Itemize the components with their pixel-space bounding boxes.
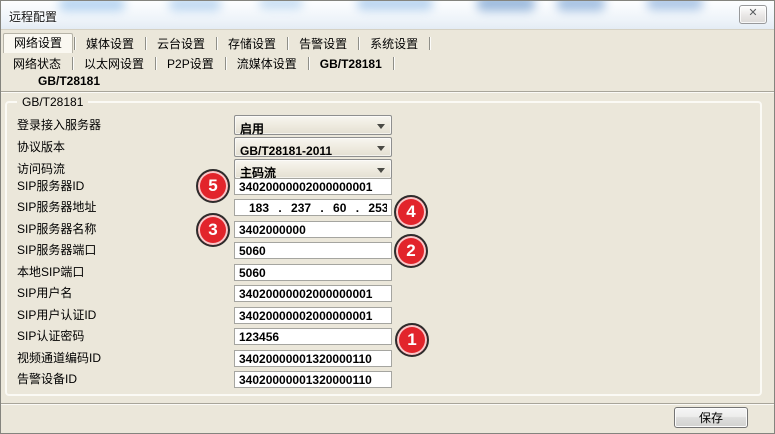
form-row: SIP服务器地址 <box>17 199 752 216</box>
remote-config-dialog: 远程配置 ✕ 网络设置 媒体设置 云台设置 存储设置 告警设置 系统设置 网络状… <box>0 0 775 434</box>
tab-storage-settings[interactable]: 存储设置 <box>218 35 286 53</box>
access-stream-select[interactable]: 主码流 <box>234 159 392 179</box>
form-row: SIP服务器名称 <box>17 221 752 238</box>
tab-separator <box>225 57 226 70</box>
step-badge-4: 4 <box>394 195 428 229</box>
sip-auth-password-input[interactable] <box>234 328 392 345</box>
local-sip-port-input[interactable] <box>234 264 392 281</box>
selected-value: 启用 <box>240 122 264 136</box>
tab-separator <box>429 37 430 50</box>
sip-username-input[interactable] <box>234 285 392 302</box>
tab-ethernet-settings[interactable]: 以太网设置 <box>74 55 154 73</box>
glass-reflection <box>477 1 535 11</box>
network-sub-tab-strip: 网络状态 以太网设置 P2P设置 流媒体设置 GB/T28181 <box>3 54 772 73</box>
field-label: SIP用户名 <box>17 285 72 302</box>
field-label: SIP服务器地址 <box>17 199 96 216</box>
form-row: 本地SIP端口 <box>17 264 752 281</box>
tab-separator <box>72 57 73 70</box>
subpage-title: GB/T28181 <box>38 74 100 88</box>
form-row: 登录接入服务器 启用 <box>17 115 752 135</box>
step-badge-5: 5 <box>196 169 230 203</box>
selected-value: GB/T28181-2011 <box>240 144 332 158</box>
form-row: SIP服务器端口 <box>17 242 752 259</box>
form-row: SIP用户名 <box>17 285 752 302</box>
sip-server-id-input[interactable] <box>234 178 392 195</box>
form-row: SIP用户认证ID <box>17 307 752 324</box>
field-label: SIP服务器端口 <box>17 242 96 259</box>
close-icon: ✕ <box>748 7 757 19</box>
alarm-device-id-input[interactable] <box>234 371 392 388</box>
sip-server-name-input[interactable] <box>234 221 392 238</box>
form-row: 视频通道编码ID <box>17 350 752 367</box>
glass-reflection <box>59 1 125 11</box>
field-label: 告警设备ID <box>17 371 77 388</box>
tab-separator <box>287 37 288 50</box>
tab-gbt28181[interactable]: GB/T28181 <box>310 55 392 73</box>
field-label: SIP用户认证ID <box>17 307 96 324</box>
sip-user-auth-id-input[interactable] <box>234 307 392 324</box>
tab-p2p-settings[interactable]: P2P设置 <box>157 55 224 73</box>
glass-reflection <box>557 1 605 11</box>
tab-network-status[interactable]: 网络状态 <box>3 55 71 73</box>
title-bar: 远程配置 ✕ <box>1 1 774 30</box>
tab-media-settings[interactable]: 媒体设置 <box>76 35 144 53</box>
field-label: 视频通道编码ID <box>17 350 101 367</box>
field-label: SIP服务器名称 <box>17 221 96 238</box>
form-row: SIP认证密码 <box>17 328 752 345</box>
tab-separator <box>358 37 359 50</box>
form-row: 访问码流 主码流 <box>17 159 752 179</box>
divider <box>1 91 774 92</box>
groupbox-caption: GB/T28181 <box>17 95 88 109</box>
field-label: 协议版本 <box>17 137 65 157</box>
field-label: SIP服务器ID <box>17 178 84 195</box>
tab-network-settings[interactable]: 网络设置 <box>3 33 73 53</box>
form-row: 告警设备ID <box>17 371 752 388</box>
video-channel-id-input[interactable] <box>234 350 392 367</box>
sip-server-address-input[interactable] <box>234 199 392 216</box>
field-label: SIP认证密码 <box>17 328 84 345</box>
tab-separator <box>308 57 309 70</box>
login-access-server-select[interactable]: 启用 <box>234 115 392 135</box>
save-button-label: 保存 <box>699 409 723 426</box>
tab-separator <box>216 37 217 50</box>
glass-reflection <box>259 1 303 9</box>
tab-stream-media-settings[interactable]: 流媒体设置 <box>227 55 307 73</box>
tab-separator <box>155 57 156 70</box>
field-label: 登录接入服务器 <box>17 115 101 135</box>
window-title: 远程配置 <box>9 8 57 25</box>
field-label: 本地SIP端口 <box>17 264 84 281</box>
tab-alarm-settings[interactable]: 告警设置 <box>289 35 357 53</box>
step-badge-2: 2 <box>394 234 428 268</box>
tab-separator <box>393 57 394 70</box>
glass-reflection <box>169 1 221 11</box>
form-row: SIP服务器ID <box>17 178 752 195</box>
step-badge-3: 3 <box>196 213 230 247</box>
chevron-down-icon <box>377 124 385 129</box>
tab-ptz-settings[interactable]: 云台设置 <box>147 35 215 53</box>
glass-reflection <box>357 1 433 10</box>
step-badge-1: 1 <box>395 323 429 357</box>
chevron-down-icon <box>377 168 385 173</box>
form-row: 协议版本 GB/T28181-2011 <box>17 137 752 157</box>
protocol-version-select[interactable]: GB/T28181-2011 <box>234 137 392 157</box>
close-button[interactable]: ✕ <box>739 5 767 24</box>
glass-reflection <box>647 1 703 10</box>
tab-separator <box>145 37 146 50</box>
divider <box>1 403 774 404</box>
field-label: 访问码流 <box>17 159 65 179</box>
tab-system-settings[interactable]: 系统设置 <box>360 35 428 53</box>
sip-server-port-input[interactable] <box>234 242 392 259</box>
main-tab-strip: 网络设置 媒体设置 云台设置 存储设置 告警设置 系统设置 <box>3 33 772 53</box>
tab-separator <box>74 37 75 50</box>
chevron-down-icon <box>377 146 385 151</box>
save-button[interactable]: 保存 <box>674 407 748 428</box>
